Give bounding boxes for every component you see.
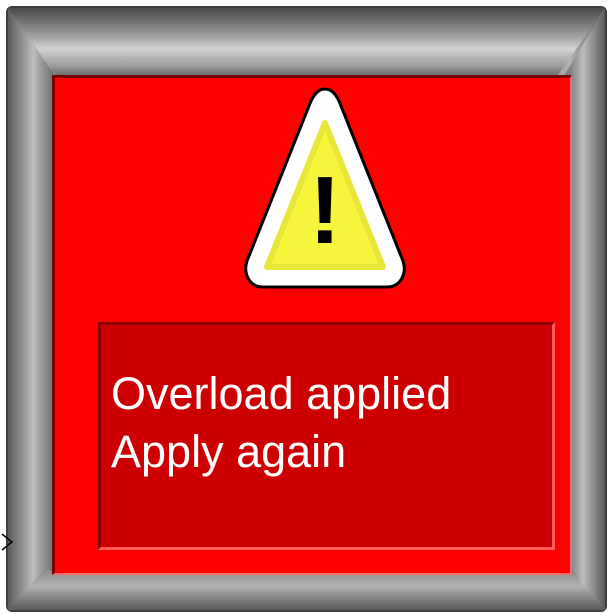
- chevron-right-icon: [1, 533, 14, 551]
- bezel-top: [8, 8, 605, 76]
- bezel-left: [8, 8, 54, 610]
- warning-triangle-icon: !: [244, 87, 406, 289]
- alarm-window: ! Overload applied Apply again: [0, 0, 609, 614]
- bezel-bottom: [8, 570, 605, 610]
- alarm-message-line-2: Apply again: [111, 426, 347, 477]
- warning-exclamation: !: [309, 157, 341, 264]
- alarm-message-line-1: Overload applied: [111, 368, 452, 419]
- alarm-message-box: Overload applied Apply again: [98, 322, 555, 550]
- alarm-panel[interactable]: ! Overload applied Apply again: [52, 75, 572, 575]
